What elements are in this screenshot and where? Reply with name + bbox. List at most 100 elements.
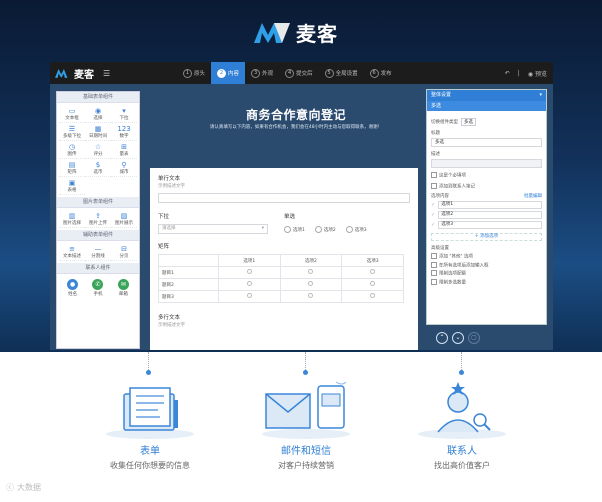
options-header: 选项内容 批量编辑 bbox=[431, 193, 542, 199]
advanced-checkbox[interactable]: 限制多选数量 bbox=[431, 279, 542, 285]
component-label: 图片展示 bbox=[115, 221, 133, 226]
radio-option[interactable]: 选项1 bbox=[284, 226, 305, 233]
step-number: 6 bbox=[369, 68, 379, 78]
connector-dot bbox=[303, 370, 308, 375]
matrix-cell bbox=[279, 278, 343, 291]
step-6[interactable]: 6 发布 bbox=[364, 62, 398, 84]
component-section2_items-1[interactable]: ⇪ 图片上传 bbox=[85, 210, 111, 228]
dropdown-select[interactable]: 请选择 bbox=[158, 224, 268, 234]
chevron-down-icon[interactable]: ⌄ bbox=[452, 332, 464, 344]
chevron-down-icon: ▾ bbox=[539, 92, 542, 98]
feature-desc: 对客户持续营销 bbox=[278, 461, 334, 470]
chevron-up-icon[interactable]: ⌃ bbox=[436, 332, 448, 344]
radio-option[interactable]: 选项3 bbox=[346, 226, 367, 233]
trash-icon[interactable]: ▢ bbox=[468, 332, 480, 344]
matrix-radio[interactable] bbox=[246, 269, 252, 274]
component-section1_items-11[interactable]: ⚲ 城市 bbox=[111, 159, 137, 177]
option-input[interactable]: 选项2 bbox=[438, 211, 542, 219]
divider: | bbox=[517, 69, 520, 77]
component-section1_items-1[interactable]: ◉ 选择 bbox=[85, 105, 111, 123]
component-section1_items-10[interactable]: $ 选币 bbox=[85, 159, 111, 177]
title-input[interactable]: 多选 bbox=[431, 138, 542, 147]
step-5[interactable]: 5 全局设置 bbox=[319, 62, 364, 84]
matrix-cell bbox=[218, 266, 281, 279]
component-section1_items-4[interactable]: ▦ 日期时间 bbox=[85, 123, 111, 141]
matrix-row: 题目3 bbox=[158, 290, 404, 303]
settings-checkbox[interactable]: 这是个必填项 bbox=[431, 172, 542, 179]
component-section4_items-2[interactable]: ✉ 邮箱 bbox=[111, 277, 136, 299]
desc-input[interactable] bbox=[431, 159, 542, 168]
component-icon: ⇪ bbox=[95, 212, 101, 220]
preview-button[interactable]: ◉ 预览 bbox=[528, 69, 547, 78]
brand-logo: 麦客 bbox=[254, 20, 338, 46]
form-title[interactable]: 商务合作意向登记 bbox=[146, 106, 446, 123]
matrix-row-label: 题目2 bbox=[158, 278, 219, 291]
matrix-radio[interactable] bbox=[370, 281, 376, 286]
step-3[interactable]: 3 外观 bbox=[245, 62, 279, 84]
form-subtitle[interactable]: 请认真填写以下内容，如果有合作机会，我们会在48小时内主动与您取得联系，谢谢！ bbox=[146, 124, 446, 130]
advanced-checkbox[interactable]: 添加 "其他" 选项 bbox=[431, 253, 542, 260]
single-line-input[interactable] bbox=[158, 193, 410, 203]
settings-header[interactable]: 整体设置 ▾ bbox=[427, 90, 546, 101]
component-section1_items-3[interactable]: ☰ 多级下拉 bbox=[59, 123, 85, 141]
component-section1_items-12[interactable]: ▣ 表格 bbox=[59, 177, 85, 195]
step-2[interactable]: 2 内容 bbox=[211, 62, 246, 84]
component-section2_items-0[interactable]: ▥ 图片选择 bbox=[59, 210, 85, 228]
add-option-button[interactable]: + 添加选项 bbox=[431, 233, 542, 241]
check-icon[interactable]: ✓ bbox=[431, 222, 435, 228]
component-icon: ⊟ bbox=[121, 245, 127, 253]
component-section1_items-7[interactable]: ☆ 评分 bbox=[85, 141, 111, 159]
type-select[interactable]: 多选 bbox=[461, 118, 476, 126]
form-canvas: 商务合作意向登记 请认真填写以下内容，如果有合作机会，我们会在48小时内主动与您… bbox=[146, 84, 446, 350]
component-icon: ▾ bbox=[122, 107, 126, 115]
component-label: 量表 bbox=[119, 152, 129, 157]
component-section3_items-2[interactable]: ⊟ 分页 bbox=[111, 243, 137, 261]
component-section3_items-1[interactable]: — 分割线 bbox=[85, 243, 111, 261]
feature-contacts: 联系人 找出高价值客户 bbox=[392, 380, 532, 471]
component-section1_items-9[interactable]: ▤ 矩阵 bbox=[59, 159, 85, 177]
component-section1_items-6[interactable]: ◷ 图传 bbox=[59, 141, 85, 159]
component-icon: 123 bbox=[117, 125, 131, 133]
component-section1_items-2[interactable]: ▾ 下拉 bbox=[111, 105, 137, 123]
undo-icon[interactable]: ↶ bbox=[505, 70, 510, 77]
matrix-radio[interactable] bbox=[246, 293, 252, 298]
component-section1_items-0[interactable]: ▭ 文本框 bbox=[59, 105, 85, 123]
matrix-radio[interactable] bbox=[308, 281, 314, 286]
radio-option[interactable]: 选项2 bbox=[315, 226, 336, 233]
component-label: 邮箱 bbox=[118, 292, 128, 297]
component-section4_items-1[interactable]: ✆ 手机 bbox=[85, 277, 110, 299]
aux-components: ≡ 文本描述 — 分割线 ⊟ 分页 bbox=[57, 241, 139, 263]
step-4[interactable]: 4 提交后 bbox=[279, 62, 319, 84]
matrix-radio[interactable] bbox=[308, 269, 314, 274]
component-section1_items-5[interactable]: 123 数字 bbox=[111, 123, 137, 141]
option-input[interactable]: 选项3 bbox=[438, 221, 542, 229]
step-1[interactable]: 1 原头 bbox=[177, 62, 211, 84]
topbar-actions: ↶ | ◉ 预览 bbox=[505, 69, 547, 78]
form-body: 单行文本 示例描述文字 下拉 请选择 单选 选项1选项2选项3 矩阵 选项1选项… bbox=[150, 168, 418, 350]
component-label: 姓名 bbox=[68, 292, 78, 297]
menu-icon[interactable]: ☰ bbox=[103, 69, 110, 78]
matrix-radio[interactable] bbox=[246, 281, 252, 286]
component-section4_items-0[interactable]: ● 姓名 bbox=[60, 277, 85, 299]
matrix-radio[interactable] bbox=[308, 293, 314, 298]
settings-checkbox[interactable]: 添加到联系人笔记 bbox=[431, 183, 542, 189]
advanced-checkbox[interactable]: 限制选项配额 bbox=[431, 270, 542, 277]
batch-edit-link[interactable]: 批量编辑 bbox=[524, 193, 542, 199]
topbar-brand: 麦客 bbox=[74, 69, 94, 81]
step-number: 5 bbox=[324, 68, 334, 78]
matrix-radio[interactable] bbox=[370, 269, 376, 274]
option-input[interactable]: 选项1 bbox=[438, 201, 542, 209]
matrix-radio[interactable] bbox=[370, 293, 376, 298]
check-icon[interactable]: ✓ bbox=[431, 212, 435, 218]
field-hint: 示例描述文字 bbox=[158, 323, 185, 328]
component-section3_items-0[interactable]: ≡ 文本描述 bbox=[59, 243, 85, 261]
settings-tab[interactable]: 多选 bbox=[427, 101, 546, 111]
advanced-checkbox[interactable]: 在所有选项后添加输入框 bbox=[431, 262, 542, 268]
component-section2_items-2[interactable]: ▨ 图片展示 bbox=[111, 210, 137, 228]
check-icon[interactable]: ✓ bbox=[431, 202, 435, 208]
topbar-logo[interactable]: 麦客 ☰ bbox=[55, 66, 155, 81]
section-title: 图片表单组件 bbox=[57, 197, 139, 208]
component-section1_items-8[interactable]: ⊞ 量表 bbox=[111, 141, 137, 159]
component-icon: ▥ bbox=[68, 212, 76, 220]
feature-desc: 找出高价值客户 bbox=[434, 461, 490, 470]
